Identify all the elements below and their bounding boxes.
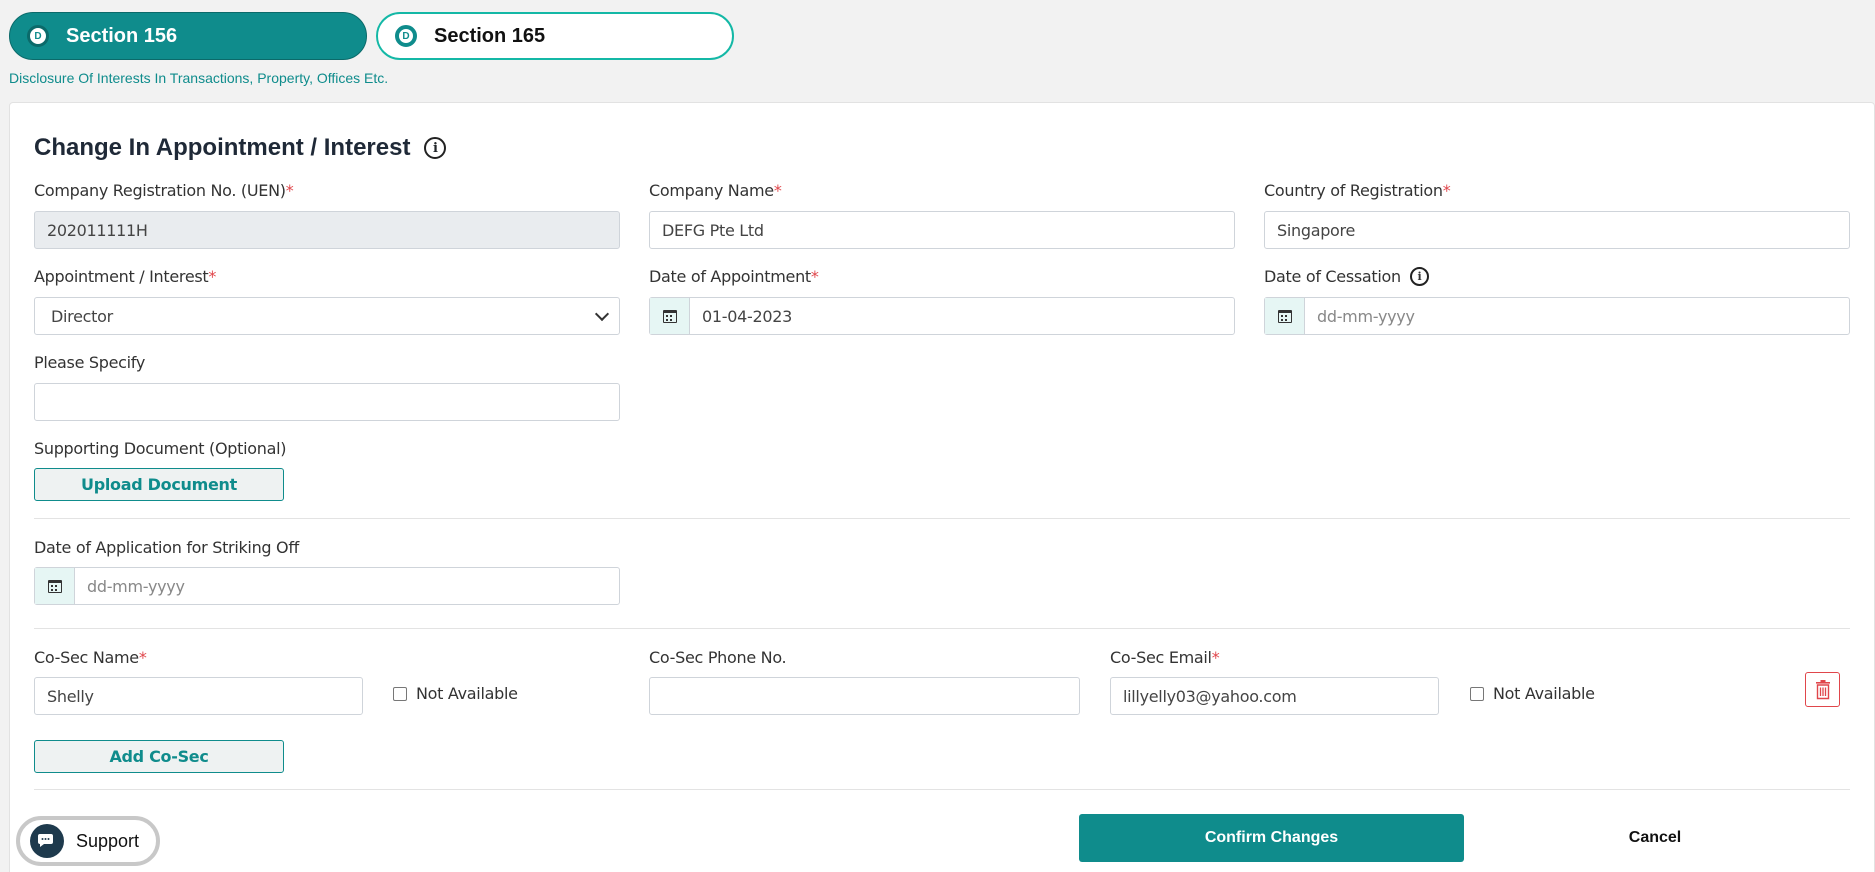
uen-label: Company Registration No. (UEN)* xyxy=(34,181,294,200)
please-specify-label: Please Specify xyxy=(34,353,146,372)
date-cessation-placeholder: dd-mm-yyyy xyxy=(1317,306,1415,326)
uen-field: 202011111H xyxy=(34,211,620,249)
delete-cosec-button[interactable] xyxy=(1805,672,1840,707)
date-striking-label: Date of Application for Striking Off xyxy=(34,538,300,557)
checkbox-label: Not Available xyxy=(1493,684,1595,703)
chevron-down-icon xyxy=(594,306,610,321)
country-label: Country of Registration* xyxy=(1264,181,1451,200)
please-specify-field[interactable] xyxy=(34,383,620,421)
checkbox[interactable] xyxy=(393,686,407,701)
tab-label: Section 156 xyxy=(66,24,178,47)
date-appointment-value: 01-04-2023 xyxy=(702,306,792,326)
cosec-email-not-available[interactable]: Not Available xyxy=(1470,684,1595,703)
support-label: Support xyxy=(76,830,140,851)
section-tabs: D Section 156 D Section 165 xyxy=(9,12,734,60)
cosec-name-not-available[interactable]: Not Available xyxy=(393,684,518,703)
date-appointment-field[interactable]: 01-04-2023 xyxy=(649,297,1235,335)
tab-section-165[interactable]: D Section 165 xyxy=(376,12,734,60)
divider xyxy=(34,628,1850,629)
add-cosec-button[interactable]: Add Co-Sec xyxy=(34,740,284,773)
calendar-icon xyxy=(47,579,62,593)
section-badge-icon: D xyxy=(27,25,49,47)
tab-section-156[interactable]: D Section 156 xyxy=(9,12,367,60)
tab-label: Section 165 xyxy=(434,24,546,47)
calendar-button[interactable] xyxy=(35,568,75,604)
divider xyxy=(34,789,1850,790)
section-subtitle: Disclosure Of Interests In Transactions,… xyxy=(9,70,389,86)
calendar-button[interactable] xyxy=(650,298,690,334)
support-button[interactable]: Support xyxy=(16,816,160,866)
form-header: Change In Appointment / Interest i xyxy=(34,134,447,162)
checkbox[interactable] xyxy=(1470,686,1484,701)
supporting-doc-label: Supporting Document (Optional) xyxy=(34,439,287,458)
date-appointment-label: Date of Appointment* xyxy=(649,267,819,286)
calendar-button[interactable] xyxy=(1265,298,1305,334)
info-icon[interactable]: i xyxy=(1409,267,1429,286)
info-icon[interactable]: i xyxy=(424,137,447,159)
divider xyxy=(34,518,1850,519)
company-name-label: Company Name* xyxy=(649,181,782,200)
date-striking-placeholder: dd-mm-yyyy xyxy=(87,576,185,596)
section-badge-icon: D xyxy=(395,25,417,47)
date-cessation-field[interactable]: dd-mm-yyyy xyxy=(1264,297,1850,335)
calendar-icon xyxy=(662,309,677,323)
cosec-phone-field[interactable] xyxy=(649,677,1080,715)
checkbox-label: Not Available xyxy=(416,684,518,703)
chat-icon xyxy=(30,824,64,858)
company-name-field[interactable]: DEFG Pte Ltd xyxy=(649,211,1235,249)
date-cessation-label: Date of Cessation i xyxy=(1264,267,1429,286)
appointment-label: Appointment / Interest* xyxy=(34,267,217,286)
cancel-button[interactable]: Cancel xyxy=(1560,814,1750,862)
cosec-email-field[interactable]: lillyelly03@yahoo.com xyxy=(1110,677,1439,715)
form-title: Change In Appointment / Interest xyxy=(34,134,411,161)
cosec-phone-label: Co-Sec Phone No. xyxy=(649,648,787,667)
cosec-email-label: Co-Sec Email* xyxy=(1110,648,1220,667)
date-striking-field[interactable]: dd-mm-yyyy xyxy=(34,567,620,605)
calendar-icon xyxy=(1277,309,1292,323)
trash-icon xyxy=(1815,679,1830,699)
appointment-select[interactable]: Director xyxy=(34,297,620,335)
upload-document-button[interactable]: Upload Document xyxy=(34,468,284,501)
cosec-name-label: Co-Sec Name* xyxy=(34,648,147,667)
confirm-changes-button[interactable]: Confirm Changes xyxy=(1079,814,1464,862)
appointment-value: Director xyxy=(51,306,113,326)
cosec-name-field[interactable]: Shelly xyxy=(34,677,363,715)
country-field[interactable]: Singapore xyxy=(1264,211,1850,249)
